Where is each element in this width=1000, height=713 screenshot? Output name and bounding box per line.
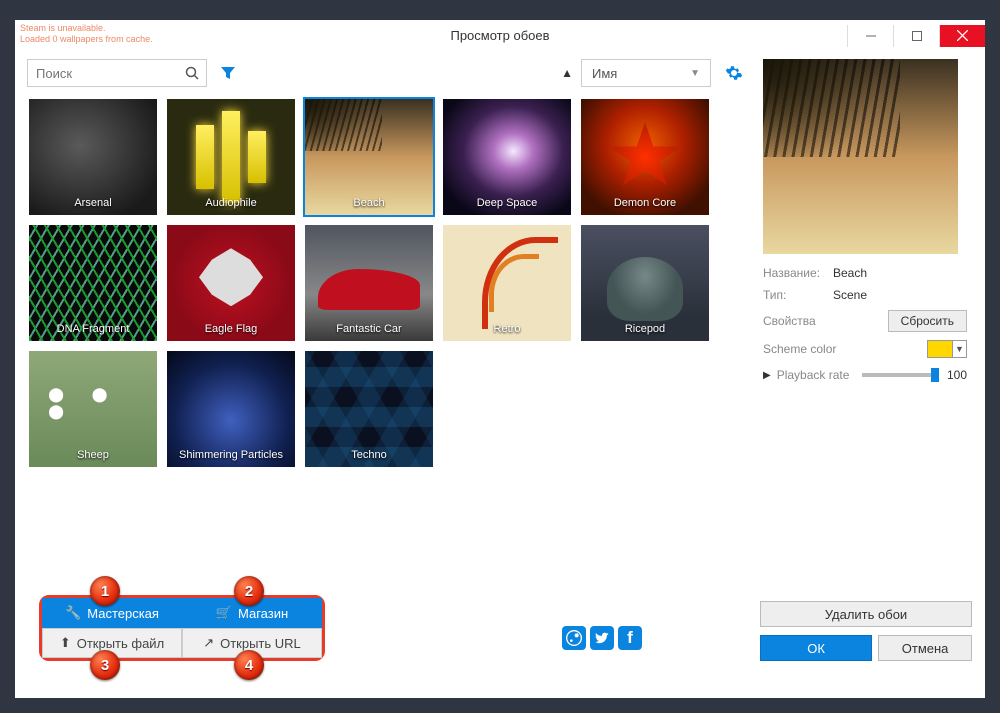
share-icon: ↗ xyxy=(203,635,214,651)
twitter-icon[interactable] xyxy=(590,626,614,650)
detail-name-label: Название: xyxy=(763,266,833,280)
status-warnings: Steam is unavailable. Loaded 0 wallpaper… xyxy=(20,23,153,45)
gear-icon[interactable] xyxy=(725,64,743,82)
minimize-button[interactable] xyxy=(847,25,893,47)
scheme-color-label: Scheme color xyxy=(763,342,927,356)
wallpaper-grid: Arsenal Audiophile Beach Deep Space Demo… xyxy=(27,97,743,469)
search-box[interactable] xyxy=(27,59,207,87)
wrench-icon: 🔧 xyxy=(65,605,81,621)
wallpaper-thumbnail[interactable]: Fantastic Car xyxy=(303,223,435,343)
wallpaper-thumbnail[interactable]: Eagle Flag xyxy=(165,223,297,343)
sort-direction-button[interactable]: ▲ xyxy=(561,66,573,80)
playback-rate-label: Playback rate xyxy=(777,368,862,382)
wallpaper-thumbnail[interactable]: Shimmering Particles xyxy=(165,349,297,469)
properties-label: Свойства xyxy=(763,314,816,328)
facebook-icon[interactable]: f xyxy=(618,626,642,650)
source-buttons-panel: 🔧Мастерская 🛒Магазин ⬆Открыть файл ↗Откр… xyxy=(39,595,325,661)
wallpaper-thumbnail[interactable]: Deep Space xyxy=(441,97,573,217)
wallpaper-thumbnail[interactable]: Retro xyxy=(441,223,573,343)
wallpaper-thumbnail[interactable]: Audiophile xyxy=(165,97,297,217)
reset-button[interactable]: Сбросить xyxy=(888,310,967,332)
expand-icon[interactable]: ▶ xyxy=(763,370,771,381)
playback-rate-value: 100 xyxy=(939,368,967,382)
chevron-down-icon: ▼ xyxy=(690,68,700,79)
steam-icon[interactable] xyxy=(562,626,586,650)
sort-field-dropdown[interactable]: Имя▼ xyxy=(581,59,711,87)
wallpaper-thumbnail[interactable]: Ricepod xyxy=(579,223,711,343)
wallpaper-thumbnail[interactable]: Techno xyxy=(303,349,435,469)
search-input[interactable] xyxy=(28,60,178,86)
scheme-color-dropdown[interactable]: ▼ xyxy=(953,340,967,358)
wallpaper-thumbnail[interactable]: Beach xyxy=(303,97,435,217)
wallpaper-thumbnail[interactable]: Sheep xyxy=(27,349,159,469)
wallpaper-thumbnail[interactable]: Demon Core xyxy=(579,97,711,217)
annotation-badge: 3 xyxy=(90,650,120,680)
cancel-button[interactable]: Отмена xyxy=(878,635,972,661)
window-title: Просмотр обоев xyxy=(450,28,549,43)
detail-name-value: Beach xyxy=(833,266,867,280)
detail-type-label: Тип: xyxy=(763,288,833,302)
maximize-button[interactable] xyxy=(893,25,939,47)
annotation-badge: 2 xyxy=(234,576,264,606)
playback-rate-slider[interactable] xyxy=(862,373,939,377)
wallpaper-preview xyxy=(763,59,958,254)
filter-icon[interactable] xyxy=(221,66,235,80)
detail-type-value: Scene xyxy=(833,288,867,302)
close-button[interactable] xyxy=(939,25,985,47)
upload-icon: ⬆ xyxy=(60,635,71,651)
delete-wallpaper-button[interactable]: Удалить обои xyxy=(760,601,972,627)
wallpaper-thumbnail[interactable]: DNA Fragment xyxy=(27,223,159,343)
annotation-badge: 1 xyxy=(90,576,120,606)
wallpaper-thumbnail[interactable]: Arsenal xyxy=(27,97,159,217)
search-button[interactable] xyxy=(178,60,206,86)
ok-button[interactable]: ОК xyxy=(760,635,872,661)
annotation-badge: 4 xyxy=(234,650,264,680)
cart-icon: 🛒 xyxy=(216,605,232,621)
scheme-color-swatch[interactable] xyxy=(927,340,953,358)
